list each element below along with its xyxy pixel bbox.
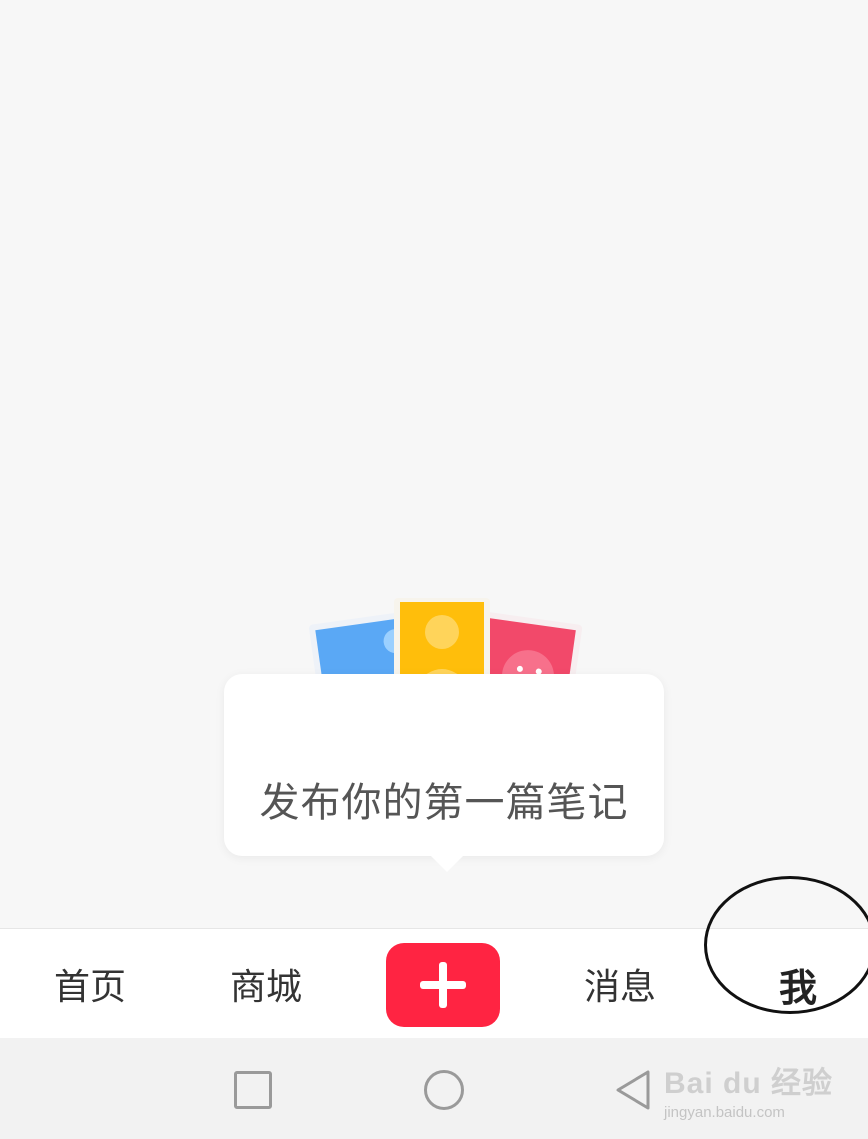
back-triangle-icon[interactable]: [612, 1068, 652, 1112]
tab-mall[interactable]: 商城: [196, 929, 336, 1039]
publish-first-note-prompt[interactable]: 发布你的第一篇笔记: [224, 674, 664, 872]
add-note-button[interactable]: [386, 943, 500, 1027]
tab-home[interactable]: 首页: [20, 929, 160, 1039]
bottom-tab-bar: 首页 商城 消息 我: [0, 928, 868, 1038]
plus-icon: [420, 962, 466, 1008]
home-circle-icon[interactable]: [424, 1070, 464, 1110]
tab-messages[interactable]: 消息: [550, 929, 690, 1039]
watermark-logo: Bai du 经验: [664, 1067, 834, 1100]
prompt-text: 发布你的第一篇笔记: [259, 780, 629, 826]
watermark-url: jingyan.baidu.com: [664, 1104, 785, 1121]
tab-me[interactable]: 我: [728, 929, 868, 1039]
baidu-jingyan-watermark: Bai du 经验 jingyan.baidu.com: [664, 1058, 864, 1128]
recent-apps-square-icon[interactable]: [234, 1071, 272, 1109]
